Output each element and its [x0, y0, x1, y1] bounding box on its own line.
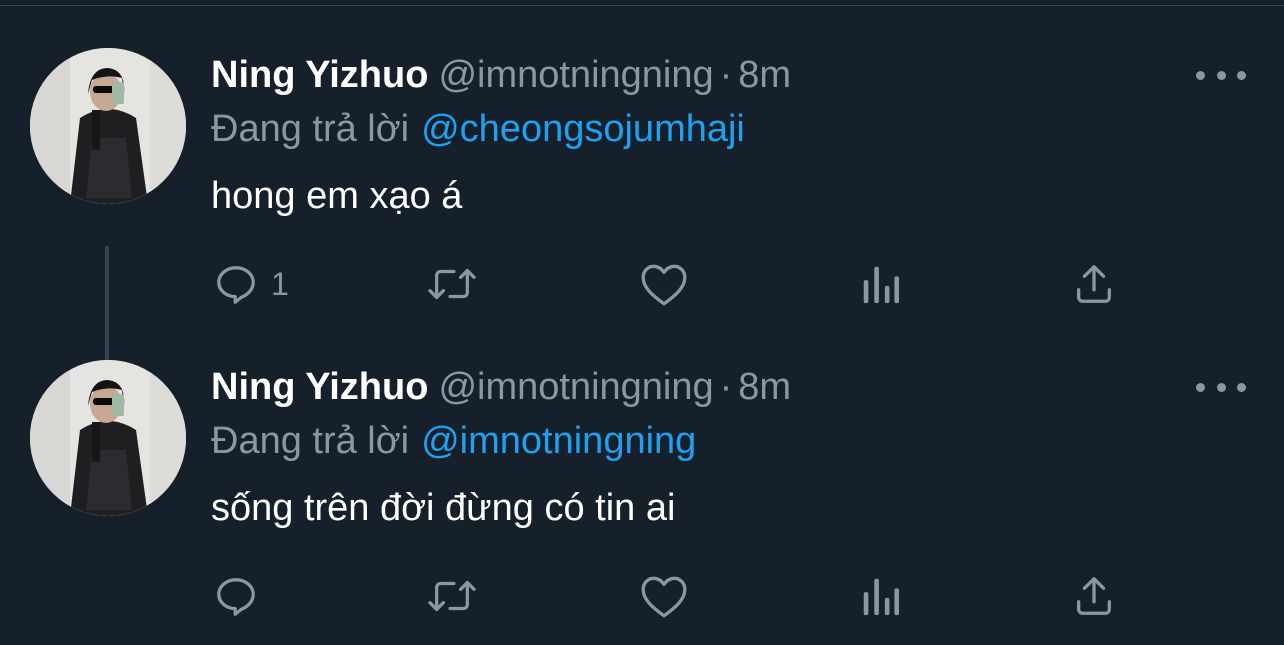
more-icon[interactable]: [1196, 62, 1246, 88]
retweet-button[interactable]: [425, 260, 479, 308]
share-icon: [1077, 265, 1111, 303]
retweet-button[interactable]: [425, 572, 479, 620]
tweet-time[interactable]: 8m: [738, 366, 791, 408]
tweet-actions: [211, 572, 1131, 620]
share-button[interactable]: [1071, 572, 1117, 620]
tweet-header: Ning Yizhuo @imnotningning · 8m: [211, 364, 791, 410]
author-handle[interactable]: @imnotningning: [438, 54, 713, 96]
separator: ·: [719, 54, 733, 96]
avatar[interactable]: [30, 360, 186, 516]
tweet-text: sống trên đời đừng có tin ai: [211, 487, 676, 529]
analytics-button[interactable]: [859, 572, 903, 620]
more-dot: [1216, 70, 1226, 80]
more-dot: [1237, 382, 1246, 392]
tweet-text: hong em xạo á: [211, 175, 463, 217]
more-dot: [1196, 382, 1205, 392]
replying-to-mention[interactable]: @cheongsojumhaji: [421, 108, 745, 150]
like-button[interactable]: [639, 260, 689, 308]
analytics-icon: [863, 578, 900, 616]
tweet-time[interactable]: 8m: [738, 54, 791, 96]
like-button[interactable]: [639, 572, 689, 620]
replying-to-label: Đang trả lời: [211, 108, 410, 150]
heart-icon: [641, 576, 687, 618]
reply-icon: [217, 578, 255, 616]
more-dot: [1237, 70, 1246, 80]
tweet-actions: 1: [211, 260, 1131, 308]
reply-count: 1: [271, 265, 289, 302]
reply-button[interactable]: 1: [213, 260, 289, 308]
retweet-icon: [428, 580, 476, 612]
avatar[interactable]: [30, 48, 186, 204]
author-handle[interactable]: @imnotningning: [438, 366, 713, 408]
heart-icon: [641, 264, 687, 306]
more-dot: [1216, 382, 1226, 392]
share-icon: [1077, 577, 1111, 615]
replying-to-mention[interactable]: @imnotningning: [421, 420, 696, 462]
retweet-icon: [428, 268, 476, 300]
more-icon[interactable]: [1196, 374, 1246, 400]
replying-to: Đang trả lời @cheongsojumhaji: [211, 106, 745, 152]
reply-button[interactable]: [213, 572, 271, 620]
tweet-thread: Ning Yizhuo @imnotningning · 8m Đang trả lờ…: [0, 0, 1284, 645]
analytics-icon: [863, 266, 900, 304]
replying-to-label: Đang trả lời: [211, 420, 410, 462]
separator: ·: [719, 366, 733, 408]
tweet-header: Ning Yizhuo @imnotningning · 8m: [211, 52, 791, 98]
more-dot: [1196, 70, 1205, 80]
replying-to: Đang trả lời @imnotningning: [211, 418, 696, 464]
analytics-button[interactable]: [859, 260, 903, 308]
author-name[interactable]: Ning Yizhuo: [211, 366, 428, 408]
share-button[interactable]: [1071, 260, 1117, 308]
reply-icon: [217, 266, 255, 304]
author-name[interactable]: Ning Yizhuo: [211, 54, 428, 96]
top-divider: [0, 0, 1284, 6]
